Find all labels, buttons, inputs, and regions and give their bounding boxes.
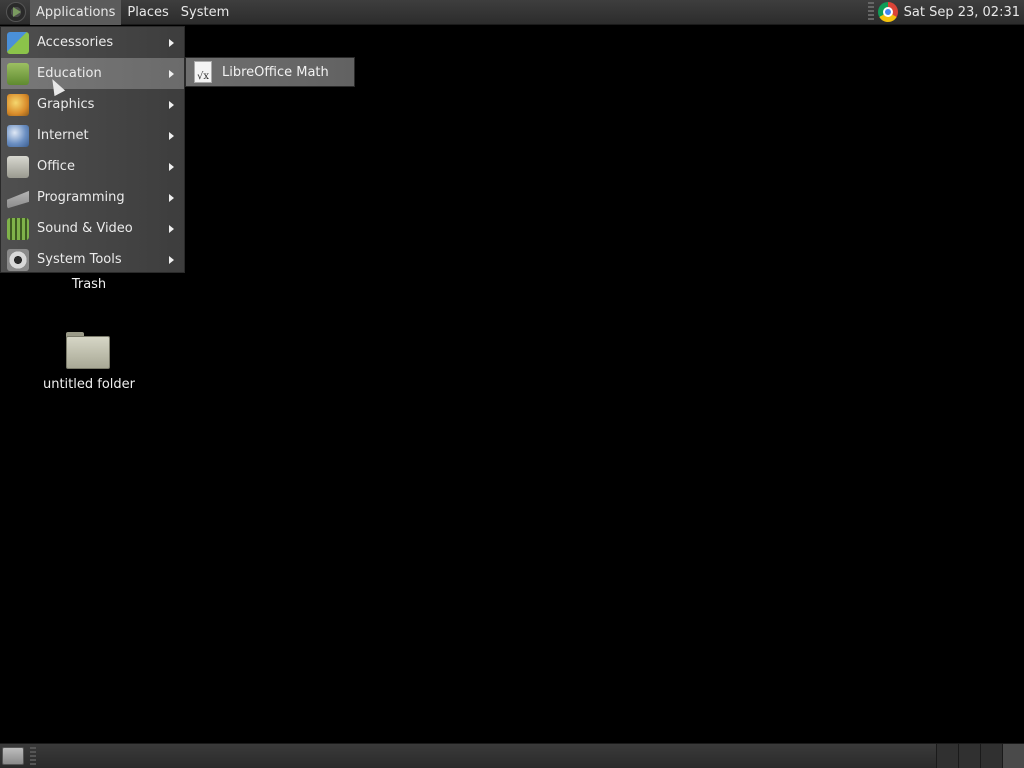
submenu-arrow-icon [169, 162, 174, 171]
education-submenu: √x LibreOffice Math [185, 57, 355, 87]
show-desktop-icon[interactable] [2, 747, 24, 765]
places-menu-button[interactable]: Places [121, 0, 174, 25]
panel-grip-handle[interactable] [30, 747, 36, 765]
workspace-3[interactable] [980, 744, 1002, 768]
desktop-icon-untitled-folder-label[interactable]: untitled folder [24, 377, 154, 392]
menu-item-system-tools[interactable]: System Tools [1, 244, 184, 275]
menu-item-sound-video[interactable]: Sound & Video [1, 213, 184, 244]
menu-item-education[interactable]: Education [1, 58, 184, 89]
submenu-item-libreoffice-math[interactable]: √x LibreOffice Math [192, 57, 354, 87]
menu-item-label: Programming [37, 190, 125, 205]
bottom-panel [0, 743, 1024, 768]
system-menu-button[interactable]: System [175, 0, 235, 25]
panel-grip-handle[interactable] [867, 2, 874, 22]
graphics-icon [7, 93, 29, 116]
applications-menu-button[interactable]: Applications [30, 0, 122, 25]
top-panel: Applications Places System Sat Sep 23, 0… [0, 0, 1024, 25]
menu-item-accessories[interactable]: Accessories [1, 27, 184, 58]
submenu-arrow-icon [169, 224, 174, 233]
office-icon [7, 155, 29, 178]
menu-item-label: Internet [37, 128, 89, 143]
workspace-1[interactable] [936, 744, 958, 768]
menu-item-label: Office [37, 159, 75, 174]
menu-item-label: Graphics [37, 97, 95, 112]
menu-item-graphics[interactable]: Graphics [1, 89, 184, 120]
internet-icon [7, 124, 29, 147]
accessories-icon [7, 31, 29, 54]
libreoffice-math-icon: √x [194, 61, 212, 83]
menu-item-programming[interactable]: Programming [1, 182, 184, 213]
applications-logo-icon[interactable] [6, 2, 26, 22]
workspace-2[interactable] [958, 744, 980, 768]
submenu-item-label: LibreOffice Math [222, 64, 329, 80]
folder-icon[interactable] [66, 330, 110, 370]
system-tools-icon [7, 248, 29, 271]
applications-dropdown-menu: Accessories Education Graphics Internet … [0, 26, 185, 273]
submenu-arrow-icon [169, 69, 174, 78]
programming-icon [7, 190, 29, 209]
panel-clock[interactable]: Sat Sep 23, 02:31 [904, 5, 1020, 20]
chrome-icon[interactable] [877, 2, 898, 22]
menu-item-label: Accessories [37, 35, 114, 50]
menu-item-label: System Tools [37, 252, 122, 267]
workspace-4[interactable] [1002, 744, 1024, 768]
desktop-icon-trash-label[interactable]: Trash [24, 277, 154, 292]
menu-item-label: Sound & Video [37, 221, 133, 236]
submenu-arrow-icon [169, 193, 174, 202]
submenu-arrow-icon [169, 131, 174, 140]
submenu-arrow-icon [169, 38, 174, 47]
sound-video-icon [7, 217, 29, 240]
menu-item-office[interactable]: Office [1, 151, 184, 182]
menu-item-internet[interactable]: Internet [1, 120, 184, 151]
submenu-arrow-icon [169, 255, 174, 264]
education-icon [7, 62, 29, 85]
submenu-arrow-icon [169, 100, 174, 109]
